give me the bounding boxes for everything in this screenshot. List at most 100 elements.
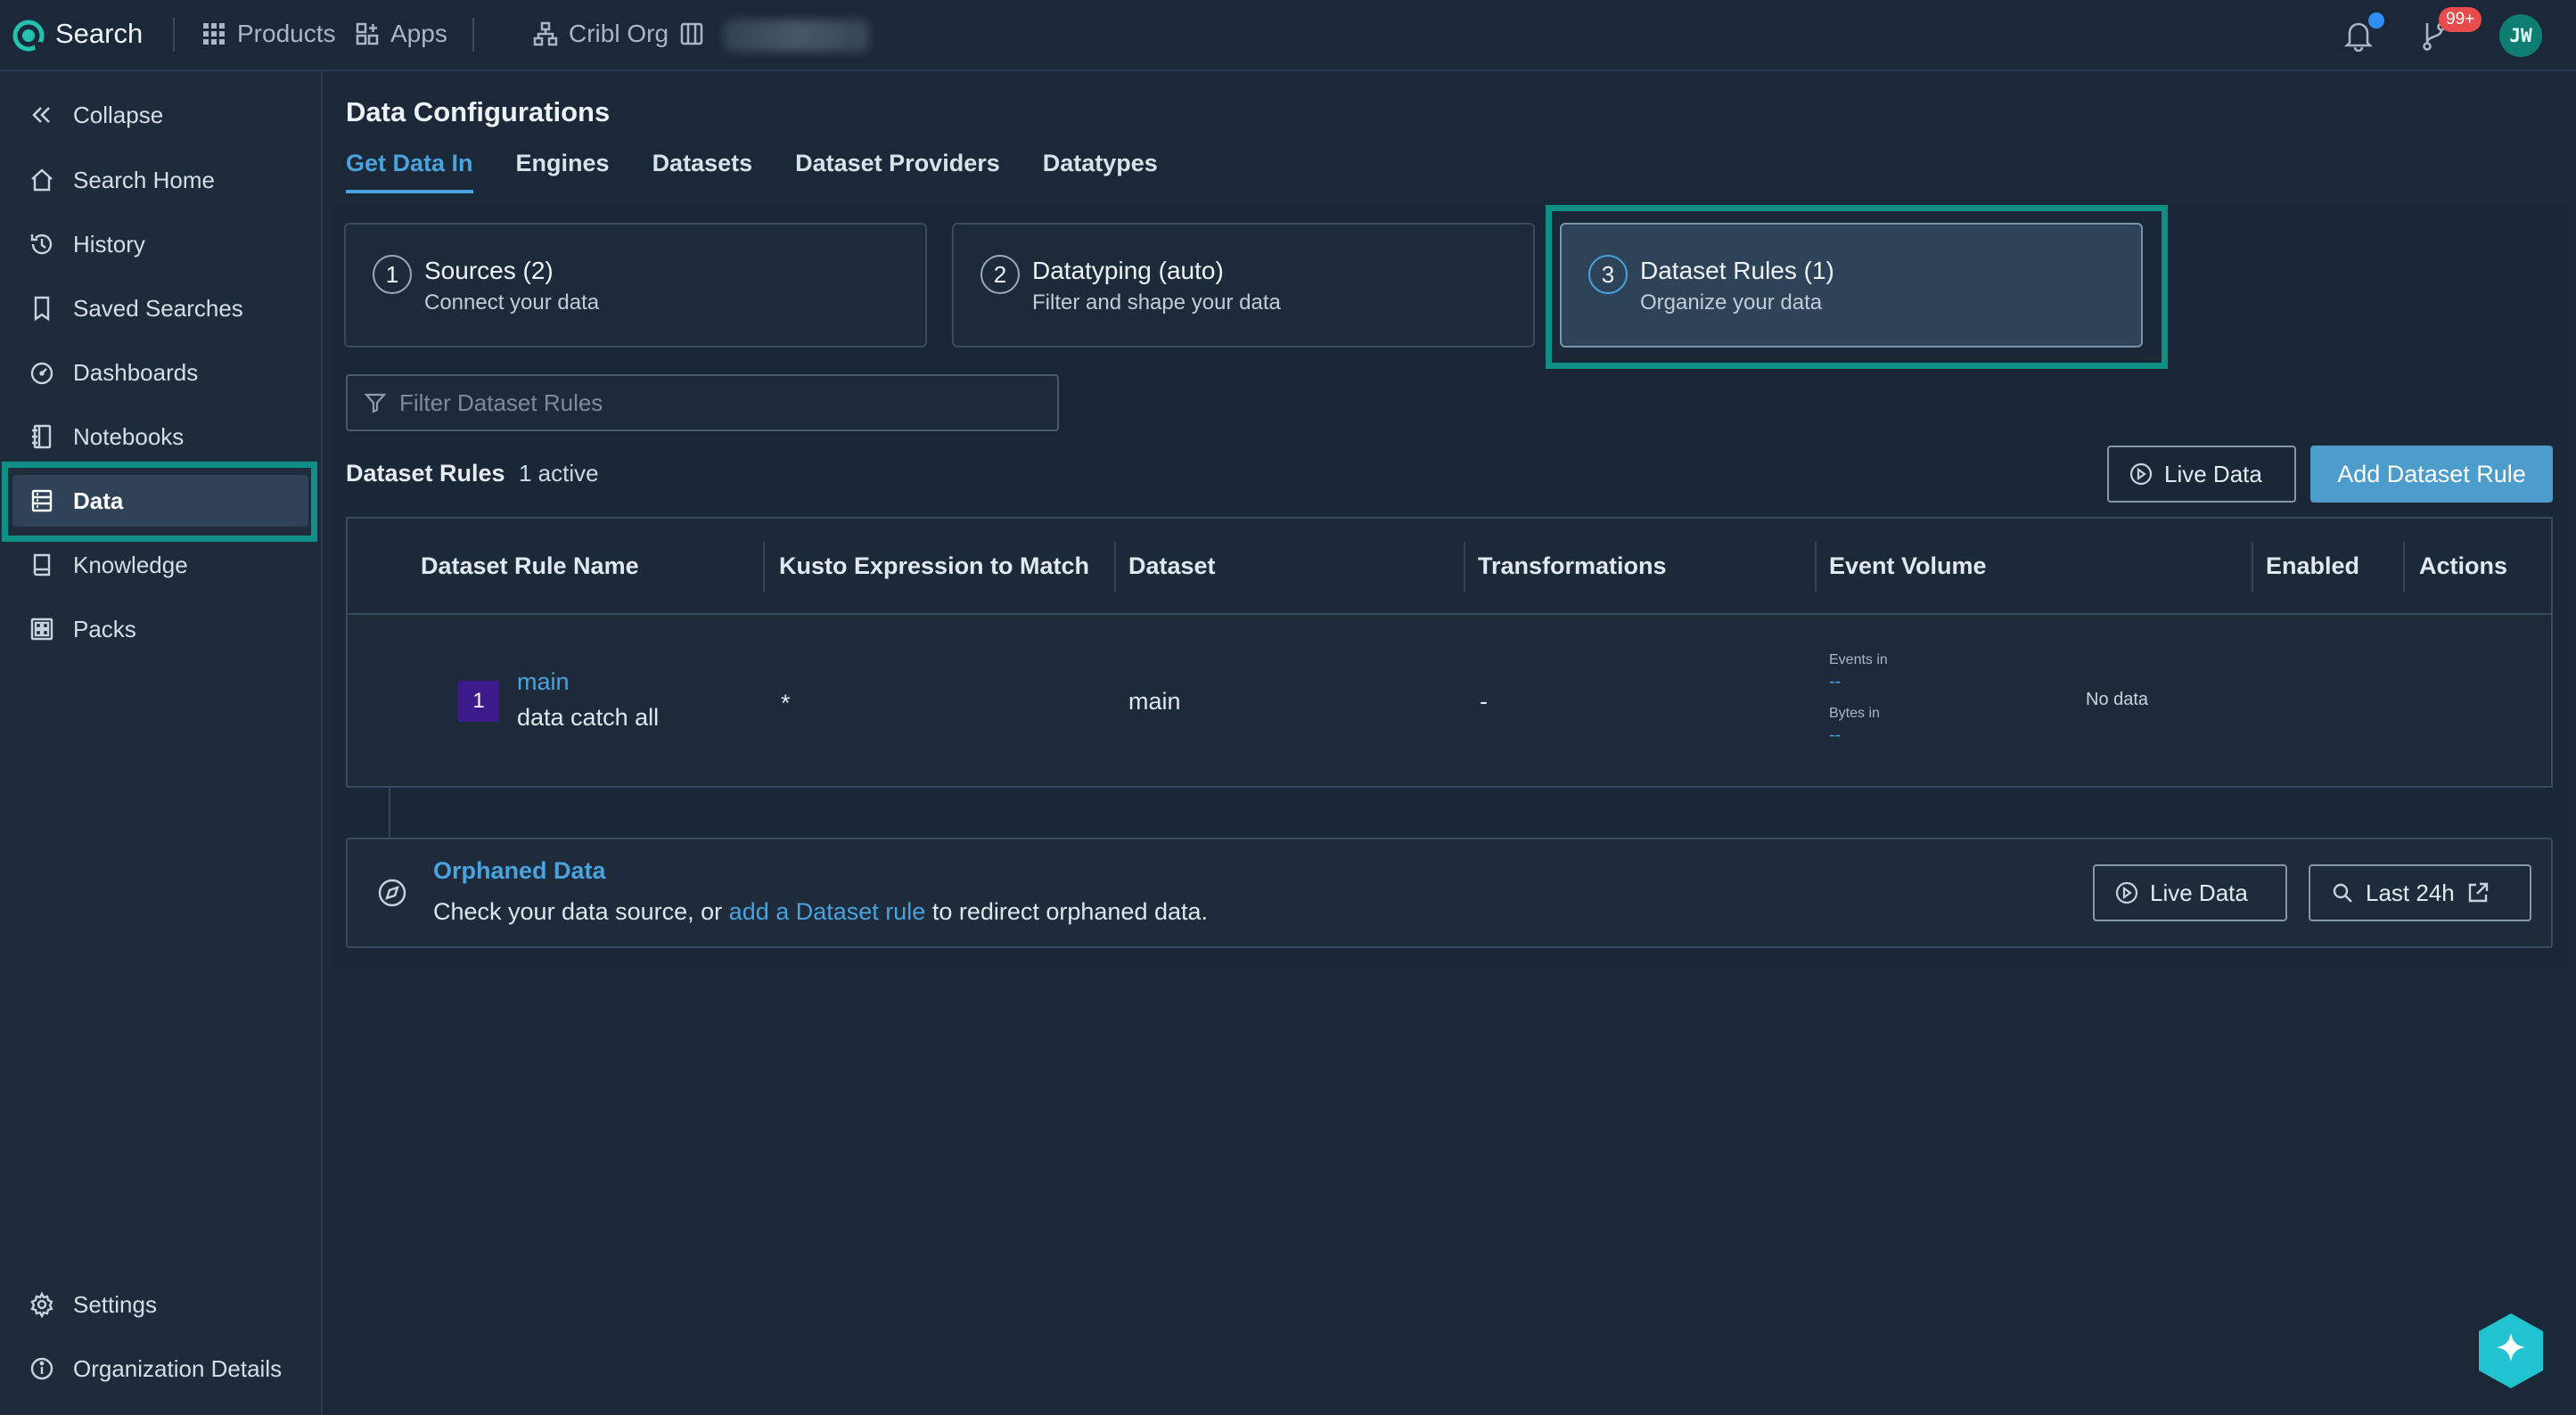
column-divider[interactable] xyxy=(763,542,765,592)
divider xyxy=(173,18,175,52)
apps-menu[interactable]: Apps xyxy=(355,20,447,48)
workspace-name-redacted[interactable] xyxy=(724,20,870,52)
column-header[interactable]: Kusto Expression to Match xyxy=(779,552,1089,580)
sidebar-item-label: Organization Details xyxy=(73,1354,283,1382)
sidebar-item-search-home[interactable]: Search Home xyxy=(12,154,308,206)
filter-field[interactable] xyxy=(346,374,1059,431)
rule-name-link[interactable]: main xyxy=(517,668,570,696)
tab-dataset-providers[interactable]: Dataset Providers xyxy=(795,150,1000,193)
sidebar-item-label: Search Home xyxy=(73,166,215,193)
app-title[interactable]: Search xyxy=(55,18,143,50)
tab-get-data-in[interactable]: Get Data In xyxy=(346,150,473,193)
sidebar-item-label: Packs xyxy=(73,615,136,642)
divider xyxy=(472,18,474,52)
apps-label: Apps xyxy=(390,20,447,47)
last-24h-button[interactable]: Last 24h xyxy=(2309,864,2531,921)
rule-description: data catch all xyxy=(517,704,660,731)
sidebar: Collapse Search Home History Saved Searc… xyxy=(0,71,323,1415)
history-icon xyxy=(30,233,53,255)
rule-order-badge: 1 xyxy=(458,681,499,722)
orphaned-data-panel: Orphaned Data Check your data source, or… xyxy=(346,838,2553,948)
sidebar-item-organization-details[interactable]: Organization Details xyxy=(12,1343,308,1395)
tree-connector xyxy=(389,788,390,838)
products-menu[interactable]: Products xyxy=(201,20,336,48)
collapse-label: Collapse xyxy=(73,101,164,128)
highlight-box-data xyxy=(2,462,317,542)
workspace-icon xyxy=(680,22,703,45)
tab-datatypes[interactable]: Datatypes xyxy=(1043,150,1158,193)
step-title: Datatyping (auto) xyxy=(1032,257,1224,284)
sidebar-item-dashboards[interactable]: Dashboards xyxy=(12,347,308,398)
notification-badge: 99+ xyxy=(2439,7,2482,32)
column-divider[interactable] xyxy=(1815,542,1817,592)
search-icon xyxy=(2333,883,2352,903)
sidebar-item-label: Settings xyxy=(73,1290,157,1318)
sidebar-item-packs[interactable]: Packs xyxy=(12,603,308,655)
step-number: 1 xyxy=(373,255,412,294)
play-circle-icon xyxy=(2115,881,2138,904)
filter-icon xyxy=(364,393,387,413)
dashboard-icon xyxy=(30,362,53,385)
double-chevron-left-icon xyxy=(32,107,50,123)
orphaned-data-title: Orphaned Data xyxy=(433,857,606,884)
external-link-icon xyxy=(2468,882,2488,903)
compass-icon xyxy=(378,879,406,907)
add-dataset-rule-link[interactable]: add a Dataset rule xyxy=(729,898,926,925)
highlight-box-dataset-rules xyxy=(1546,205,2168,369)
dataset-rules-table: Dataset Rule Name Kusto Expression to Ma… xyxy=(346,517,2553,788)
sidebar-item-history[interactable]: History xyxy=(12,218,308,270)
packs-icon xyxy=(30,618,53,641)
dataset-value: main xyxy=(1128,688,1181,715)
live-data-label: Live Data xyxy=(2164,460,2262,487)
column-header[interactable]: Enabled xyxy=(2266,552,2359,580)
column-divider[interactable] xyxy=(1114,542,1116,592)
sidebar-item-label: Saved Searches xyxy=(73,294,243,322)
step-sources[interactable]: 1 Sources (2) Connect your data xyxy=(344,223,927,348)
last-24h-label: Last 24h xyxy=(2366,879,2455,906)
sidebar-item-notebooks[interactable]: Notebooks xyxy=(12,411,308,462)
bytes-in-label: Bytes in xyxy=(1829,706,1880,721)
apps-icon xyxy=(356,22,379,45)
top-bar: Search Products Apps Cribl Org 99+ JW xyxy=(0,0,2576,71)
step-datatyping[interactable]: 2 Datatyping (auto) Filter and shape you… xyxy=(952,223,1535,348)
search-app-logo-icon[interactable] xyxy=(12,20,45,52)
info-icon xyxy=(30,1357,53,1380)
ai-assistant-button[interactable] xyxy=(2476,1312,2546,1390)
org-label: Cribl Org xyxy=(569,20,669,47)
tab-datasets[interactable]: Datasets xyxy=(652,150,753,193)
sidebar-item-saved-searches[interactable]: Saved Searches xyxy=(12,282,308,334)
message-text: to redirect orphaned data. xyxy=(925,898,1209,925)
avatar[interactable]: JW xyxy=(2499,14,2542,57)
add-dataset-rule-button[interactable]: Add Dataset Rule xyxy=(2310,446,2553,503)
column-header[interactable]: Dataset xyxy=(1128,552,1216,580)
message-text: Check your data source, or xyxy=(433,898,729,925)
transformations-value: - xyxy=(1480,688,1488,715)
column-divider[interactable] xyxy=(1464,542,1465,592)
column-header[interactable]: Dataset Rule Name xyxy=(421,552,639,580)
collapse-button[interactable]: Collapse xyxy=(12,89,308,141)
filter-input[interactable] xyxy=(399,389,1057,417)
tab-engines[interactable]: Engines xyxy=(516,150,610,193)
column-header[interactable]: Event Volume xyxy=(1829,552,1987,580)
sidebar-item-label: Dashboards xyxy=(73,358,199,386)
orphaned-live-data-button[interactable]: Live Data xyxy=(2093,864,2287,921)
org-switcher[interactable]: Cribl Org xyxy=(533,20,704,48)
dataset-rules-heading: Dataset Rules xyxy=(346,460,505,487)
play-circle-icon xyxy=(2129,462,2153,486)
live-data-button[interactable]: Live Data xyxy=(2107,446,2296,503)
column-header[interactable]: Actions xyxy=(2419,552,2507,580)
active-count: 1 active xyxy=(519,460,599,487)
step-number: 2 xyxy=(980,255,1020,294)
column-divider[interactable] xyxy=(2403,542,2405,592)
table-header: Dataset Rule Name Kusto Expression to Ma… xyxy=(348,519,2551,615)
bookmark-icon xyxy=(34,296,50,322)
column-header[interactable]: Transformations xyxy=(1478,552,1667,580)
column-divider[interactable] xyxy=(2252,542,2253,592)
step-subtitle: Connect your data xyxy=(424,290,600,315)
tab-bar: Get Data In Engines Datasets Dataset Pro… xyxy=(346,150,1158,193)
page-title: Data Configurations xyxy=(346,96,611,127)
sidebar-item-knowledge[interactable]: Knowledge xyxy=(12,539,308,591)
live-data-label: Live Data xyxy=(2150,879,2248,906)
sidebar-item-settings[interactable]: Settings xyxy=(12,1279,308,1330)
products-label: Products xyxy=(237,20,336,47)
